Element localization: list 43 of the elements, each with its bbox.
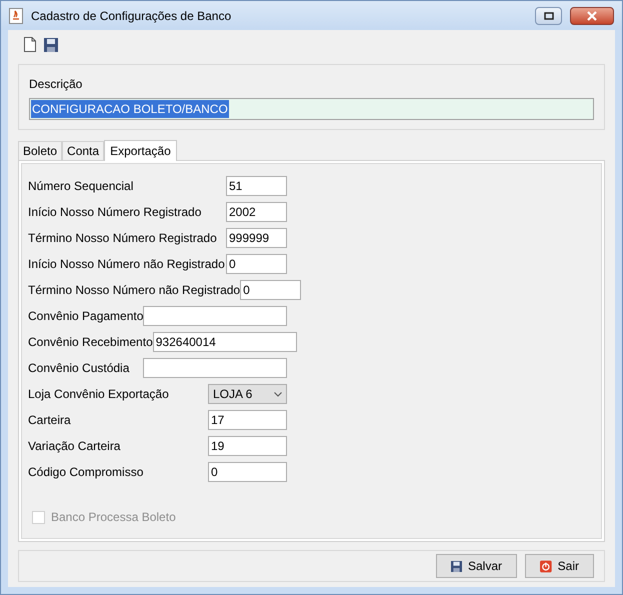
field-label: Convênio Custódia [28, 360, 130, 377]
tab[interactable]: Conta [62, 141, 104, 160]
field-label: Variação Carteira [28, 438, 122, 455]
field-label: Convênio Pagamento [28, 308, 144, 325]
input-field[interactable] [143, 306, 288, 326]
dropdown[interactable]: LOJA 6 [208, 384, 287, 404]
description-field[interactable]: CONFIGURACAO BOLETO/BANCO [29, 98, 594, 120]
new-document-icon[interactable] [24, 37, 36, 52]
description-label: Descrição [29, 76, 84, 93]
input-field[interactable]: 0 [226, 254, 287, 274]
save-icon [451, 558, 462, 574]
field-label: Término Nosso Número Registrado [28, 230, 218, 247]
input-field[interactable]: 999999 [226, 228, 287, 248]
checkbox-label: Banco Processa Boleto [51, 509, 176, 526]
field-label: Código Compromisso [28, 464, 144, 481]
field-label: Carteira [28, 412, 72, 429]
input-field[interactable]: 932640014 [152, 332, 297, 352]
restore-button[interactable] [535, 6, 562, 24]
input-field[interactable]: 51 [226, 176, 287, 196]
input-field[interactable]: 17 [208, 410, 287, 430]
field-label: Término Nosso Número não Registrado [28, 282, 240, 299]
chevron-icon [274, 392, 282, 396]
field-label: Início Nosso Número não Registrado [28, 256, 226, 273]
window-title: Cadastro de Configurações de Banco [31, 8, 232, 24]
field-label: Convênio Recebimento [28, 334, 153, 351]
app-icon [9, 8, 23, 24]
tab[interactable]: Boleto [18, 141, 62, 160]
field-label: Loja Convênio Exportação [28, 386, 170, 403]
input-field[interactable] [143, 358, 287, 378]
exit-button[interactable]: Sair [525, 554, 594, 578]
close-icon [587, 10, 597, 20]
save-icon[interactable] [44, 38, 58, 52]
tab[interactable]: Exportação [104, 140, 177, 161]
input-field[interactable]: 0 [208, 462, 287, 482]
input-field[interactable]: 0 [240, 280, 302, 300]
close-button[interactable] [570, 6, 614, 24]
save-button[interactable]: Salvar [436, 554, 517, 578]
power-icon [540, 558, 552, 574]
field-label: Início Nosso Número Registrado [28, 204, 202, 221]
restore-icon [544, 12, 554, 20]
input-field[interactable]: 2002 [226, 202, 287, 222]
field-label: Número Sequencial [28, 178, 134, 195]
input-field[interactable]: 19 [208, 436, 287, 456]
